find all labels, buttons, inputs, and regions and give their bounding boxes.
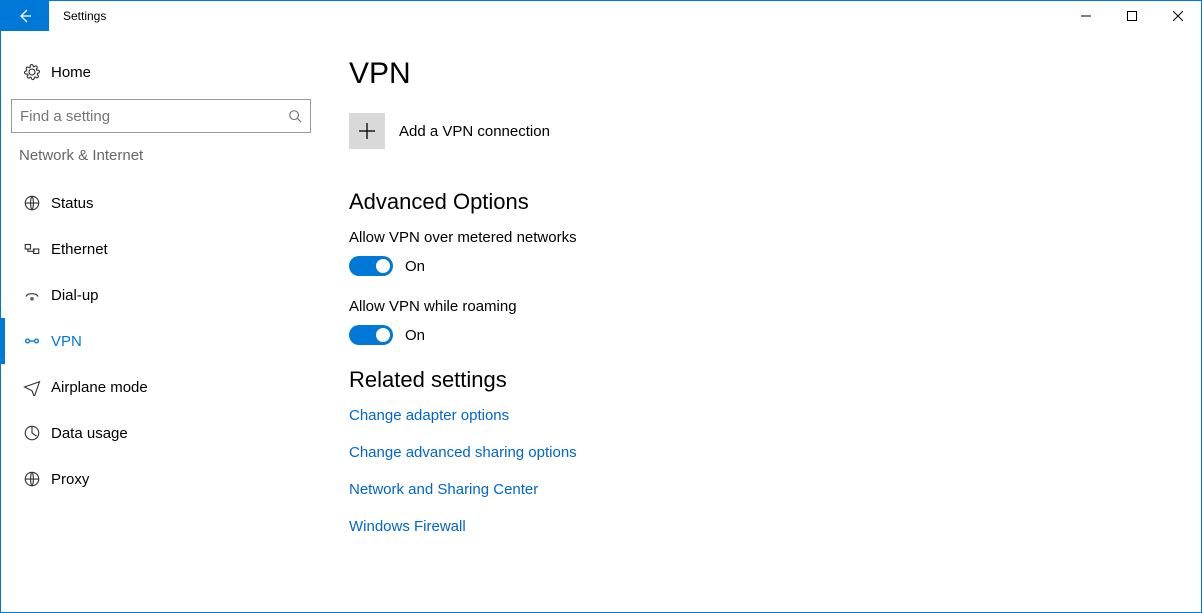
close-icon (1173, 11, 1183, 21)
minimize-button[interactable] (1063, 1, 1109, 31)
link-windows-firewall[interactable]: Windows Firewall (349, 518, 1201, 535)
search-container (1, 99, 321, 133)
related-settings: Related settings Change adapter options … (349, 367, 1201, 535)
link-network-sharing-center[interactable]: Network and Sharing Center (349, 481, 1201, 498)
sidebar-item-proxy[interactable]: Proxy (1, 456, 321, 502)
close-button[interactable] (1155, 1, 1201, 31)
window-controls (1063, 1, 1201, 31)
sidebar-section-label: Network & Internet (1, 147, 321, 164)
sidebar-home-label: Home (45, 64, 91, 81)
link-adapter-options[interactable]: Change adapter options (349, 407, 1201, 424)
main-content: VPN Add a VPN connection Advanced Option… (321, 31, 1201, 612)
sidebar-item-label: VPN (45, 333, 82, 350)
sidebar-item-ethernet[interactable]: Ethernet (1, 226, 321, 272)
settings-window: Settings Home (0, 0, 1202, 613)
sidebar-item-home[interactable]: Home (1, 49, 321, 95)
add-vpn-button[interactable]: Add a VPN connection (349, 113, 1201, 149)
ethernet-icon (19, 240, 45, 258)
back-button[interactable] (1, 1, 49, 31)
setting-roaming-toggle-row: On (349, 325, 1201, 345)
search-icon (288, 109, 302, 123)
sidebar-item-label: Data usage (45, 425, 128, 442)
minimize-icon (1081, 11, 1091, 21)
setting-metered-toggle-row: On (349, 256, 1201, 276)
plus-icon (349, 113, 385, 149)
setting-metered-label: Allow VPN over metered networks (349, 229, 1201, 246)
toggle-knob (376, 328, 390, 342)
data-usage-icon (19, 424, 45, 442)
sidebar-item-status[interactable]: Status (1, 180, 321, 226)
sidebar-item-label: Ethernet (45, 241, 108, 258)
sidebar-item-label: Airplane mode (45, 379, 148, 396)
toggle-metered-state: On (405, 258, 425, 275)
airplane-icon (19, 378, 45, 396)
search-input[interactable] (20, 108, 288, 125)
sidebar-item-label: Dial-up (45, 287, 99, 304)
sidebar-item-label: Status (45, 195, 94, 212)
gear-icon (19, 63, 45, 81)
toggle-knob (376, 259, 390, 273)
dialup-icon (19, 286, 45, 304)
vpn-icon (19, 332, 45, 350)
setting-roaming-label: Allow VPN while roaming (349, 298, 1201, 315)
proxy-icon (19, 470, 45, 488)
maximize-button[interactable] (1109, 1, 1155, 31)
related-settings-heading: Related settings (349, 367, 1201, 393)
sidebar: Home Network & Internet Status Eth (1, 31, 321, 612)
add-vpn-label: Add a VPN connection (399, 123, 550, 140)
sidebar-item-datausage[interactable]: Data usage (1, 410, 321, 456)
arrow-left-icon (17, 8, 33, 24)
body: Home Network & Internet Status Eth (1, 31, 1201, 612)
page-title: VPN (349, 57, 1201, 91)
maximize-icon (1127, 11, 1137, 21)
advanced-options-heading: Advanced Options (349, 189, 1201, 215)
toggle-roaming[interactable] (349, 325, 393, 345)
sidebar-item-vpn[interactable]: VPN (1, 318, 321, 364)
sidebar-item-label: Proxy (45, 471, 89, 488)
sidebar-item-dialup[interactable]: Dial-up (1, 272, 321, 318)
link-advanced-sharing[interactable]: Change advanced sharing options (349, 444, 1201, 461)
titlebar: Settings (1, 1, 1201, 31)
toggle-roaming-state: On (405, 327, 425, 344)
toggle-metered[interactable] (349, 256, 393, 276)
search-box[interactable] (11, 99, 311, 133)
status-icon (19, 194, 45, 212)
sidebar-item-airplane[interactable]: Airplane mode (1, 364, 321, 410)
window-title: Settings (49, 1, 1063, 31)
